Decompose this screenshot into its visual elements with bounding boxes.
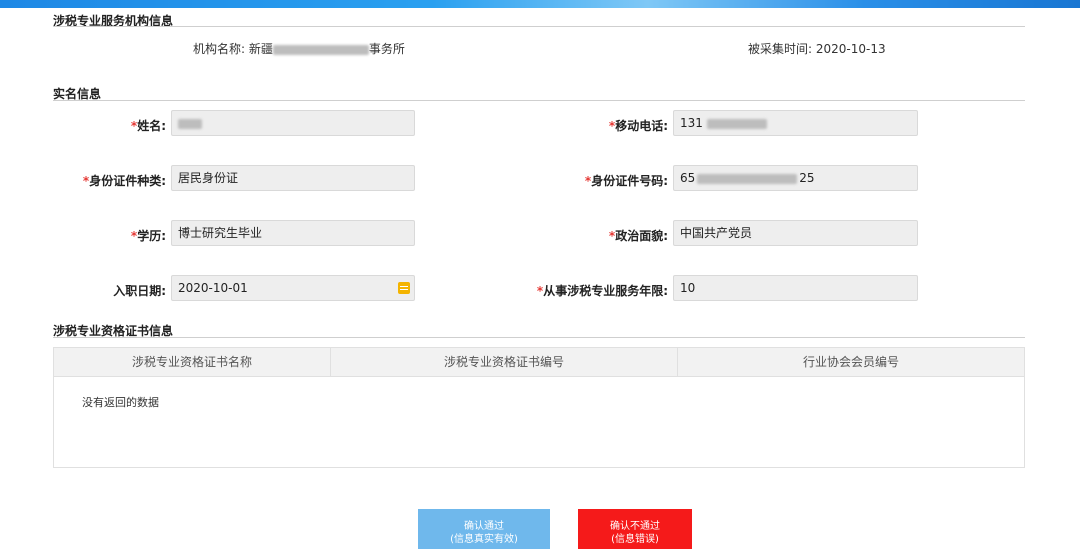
id-number-label: *身份证件号码:: [584, 174, 668, 188]
collect-time-value: 2020-10-13: [815, 42, 886, 56]
table-header: 涉税专业资格证书名称 涉税专业资格证书编号 行业协会会员编号: [54, 348, 1024, 377]
agency-name-label: 机构名称:: [193, 42, 246, 56]
empty-table-message: 没有返回的数据: [82, 396, 159, 409]
column-header-cert-name[interactable]: 涉税专业资格证书名称: [54, 348, 331, 376]
confirm-reject-button[interactable]: 确认不通过 (信息错误): [578, 509, 692, 549]
mobile-label: *移动电话:: [608, 119, 668, 133]
education-label: *学历:: [130, 229, 166, 243]
confirm-pass-button[interactable]: 确认通过 (信息真实有效): [418, 509, 550, 549]
top-banner: [0, 0, 1080, 8]
education-field[interactable]: 博士研究生毕业: [171, 220, 415, 246]
agency-name: 机构名称: 新疆 事务所: [193, 40, 405, 57]
service-years-field[interactable]: 10: [673, 275, 918, 301]
name-label: *姓名:: [130, 119, 166, 133]
section-divider: [53, 337, 1025, 338]
redacted-text: [697, 173, 798, 184]
section-divider: [53, 100, 1025, 101]
calendar-icon[interactable]: [398, 282, 410, 294]
redacted-text: [178, 118, 202, 129]
section-divider: [53, 26, 1025, 27]
redacted-text: [272, 44, 369, 55]
column-header-cert-number[interactable]: 涉税专业资格证书编号: [331, 348, 678, 376]
political-field[interactable]: 中国共产党员: [673, 220, 918, 246]
collect-time: 被采集时间: 2020-10-13: [748, 40, 886, 57]
column-header-member-number[interactable]: 行业协会会员编号: [678, 348, 1024, 376]
agency-name-prefix: 新疆: [248, 42, 273, 56]
entry-date-label: 入职日期:: [113, 284, 166, 298]
service-years-label: *从事涉税专业服务年限:: [536, 284, 668, 298]
cert-table: 涉税专业资格证书名称 涉税专业资格证书编号 行业协会会员编号 没有返回的数据: [53, 347, 1025, 468]
name-field[interactable]: [171, 110, 415, 136]
agency-name-suffix: 事务所: [368, 42, 405, 56]
redacted-text: [706, 118, 767, 129]
id-type-field[interactable]: 居民身份证: [171, 165, 415, 191]
id-number-field[interactable]: 65 25: [673, 165, 918, 191]
entry-date-field[interactable]: 2020-10-01: [171, 275, 415, 301]
collect-time-label: 被采集时间:: [748, 42, 813, 56]
id-type-label: *身份证件种类:: [82, 174, 166, 188]
mobile-field[interactable]: 131: [673, 110, 918, 136]
political-label: *政治面貌:: [608, 229, 668, 243]
